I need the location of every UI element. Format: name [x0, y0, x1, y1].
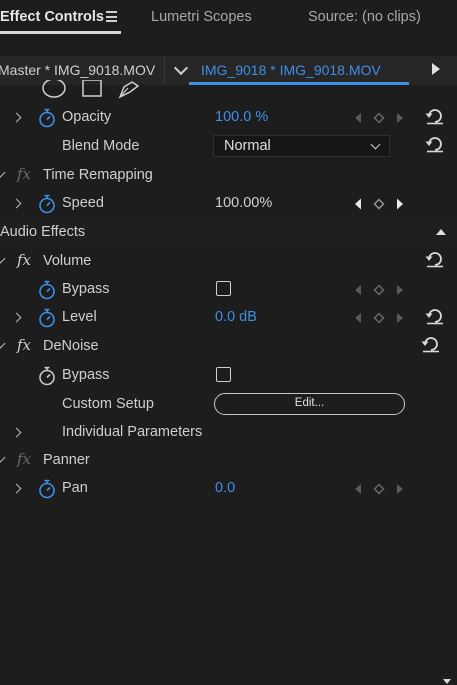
sequence-clip-name[interactable]: IMG_9018 * IMG_9018.MOV: [201, 62, 381, 78]
expand-chevron-icon[interactable]: [11, 427, 22, 438]
stopwatch-icon[interactable]: [38, 194, 56, 214]
blend-mode-value: Normal: [224, 138, 271, 154]
fx-icon[interactable]: fx: [17, 165, 31, 183]
level-row: Level 0.0 dB: [0, 304, 457, 332]
expand-chevron-icon[interactable]: [11, 112, 22, 123]
volume-row: fx Volume: [0, 248, 457, 276]
tab-effect-controls[interactable]: Effect Controls: [0, 9, 104, 25]
time-remapping-row: fx Time Remapping: [0, 162, 457, 190]
collapse-chevron-icon[interactable]: [0, 452, 6, 463]
reset-icon[interactable]: [421, 335, 441, 353]
speed-row: Speed 100.00%: [0, 190, 457, 218]
expand-chevron-icon[interactable]: [11, 198, 22, 209]
individual-parameters-row: Individual Parameters: [0, 419, 457, 447]
stopwatch-icon[interactable]: [38, 108, 56, 128]
fx-icon[interactable]: fx: [17, 450, 31, 468]
pan-value[interactable]: 0.0: [215, 480, 235, 496]
keyframe-nav-icon[interactable]: [354, 482, 404, 496]
chevron-down-icon[interactable]: [443, 679, 451, 685]
audio-effects-label: Audio Effects: [0, 224, 86, 240]
collapse-chevron-icon[interactable]: [0, 338, 6, 349]
custom-setup-row: Custom Setup Edit...: [0, 391, 457, 419]
collapse-chevron-icon[interactable]: [0, 167, 6, 178]
fx-icon[interactable]: fx: [17, 251, 31, 269]
denoise-bypass-row: Bypass: [0, 362, 457, 390]
fx-icon[interactable]: fx: [17, 336, 31, 354]
blend-mode-row: Blend Mode Normal: [0, 133, 457, 161]
edit-button[interactable]: Edit...: [214, 393, 405, 415]
panner-row: fx Panner: [0, 447, 457, 475]
tab-source[interactable]: Source: (no clips): [308, 9, 421, 25]
keyframe-nav-icon[interactable]: [354, 283, 404, 297]
opacity-value[interactable]: 100.0 %: [215, 109, 268, 125]
pan-label: Pan: [62, 480, 88, 496]
custom-setup-label: Custom Setup: [62, 396, 154, 412]
reset-icon[interactable]: [425, 135, 445, 153]
opacity-label: Opacity: [62, 109, 112, 125]
reset-icon[interactable]: [425, 250, 445, 268]
stopwatch-icon[interactable]: [38, 280, 56, 300]
speed-value[interactable]: 100.00%: [215, 195, 272, 211]
blend-mode-label: Blend Mode: [62, 138, 140, 154]
collapse-up-icon[interactable]: [436, 229, 446, 235]
denoise-label: DeNoise: [43, 338, 99, 354]
blend-mode-dropdown[interactable]: Normal: [213, 135, 390, 157]
pan-row: Pan 0.0: [0, 475, 457, 503]
time-remapping-label: Time Remapping: [43, 167, 153, 183]
stopwatch-icon[interactable]: [38, 479, 56, 499]
level-value[interactable]: 0.0 dB: [215, 309, 257, 325]
edit-button-label: Edit...: [294, 397, 325, 409]
divider: [164, 56, 165, 85]
master-clip-name[interactable]: Master * IMG_9018.MOV: [0, 62, 155, 78]
audio-effects-header: Audio Effects: [0, 219, 457, 247]
hamburger-menu-icon[interactable]: [106, 11, 117, 22]
expand-chevron-icon[interactable]: [11, 312, 22, 323]
volume-bypass-row: Bypass: [0, 276, 457, 304]
reset-icon[interactable]: [425, 307, 445, 325]
play-icon[interactable]: [432, 63, 440, 75]
mask-tools: [42, 78, 152, 100]
collapse-chevron-icon[interactable]: [0, 253, 6, 264]
denoise-bypass-label: Bypass: [62, 367, 110, 383]
stopwatch-icon[interactable]: [38, 308, 56, 328]
expand-chevron-icon[interactable]: [11, 483, 22, 494]
chevron-down-icon: [370, 139, 381, 150]
chevron-down-icon[interactable]: [173, 60, 189, 76]
clip-name-underline: [189, 82, 409, 85]
speed-label: Speed: [62, 195, 104, 211]
denoise-row: fx DeNoise: [0, 333, 457, 684]
level-label: Level: [62, 309, 97, 325]
volume-label: Volume: [43, 253, 92, 269]
reset-icon[interactable]: [425, 107, 445, 125]
keyframe-nav-icon[interactable]: [354, 197, 404, 211]
keyframe-nav-icon[interactable]: [354, 311, 404, 325]
opacity-row: Opacity 100.0 %: [0, 104, 457, 132]
stopwatch-icon[interactable]: [38, 366, 56, 386]
volume-bypass-label: Bypass: [62, 281, 110, 297]
denoise-bypass-checkbox[interactable]: [216, 367, 231, 382]
tab-lumetri-scopes[interactable]: Lumetri Scopes: [151, 9, 252, 25]
keyframe-nav-icon[interactable]: [354, 111, 404, 125]
pen-mask-icon[interactable]: [118, 81, 140, 99]
panel-tab-bar: Effect Controls Lumetri Scopes Source: (…: [0, 0, 457, 36]
active-tab-indicator: [0, 31, 121, 34]
ellipse-mask-icon[interactable]: [42, 78, 66, 98]
rectangle-mask-icon[interactable]: [82, 79, 102, 97]
volume-bypass-checkbox[interactable]: [216, 281, 231, 296]
individual-parameters-label: Individual Parameters: [62, 424, 203, 440]
panner-label: Panner: [43, 452, 90, 468]
